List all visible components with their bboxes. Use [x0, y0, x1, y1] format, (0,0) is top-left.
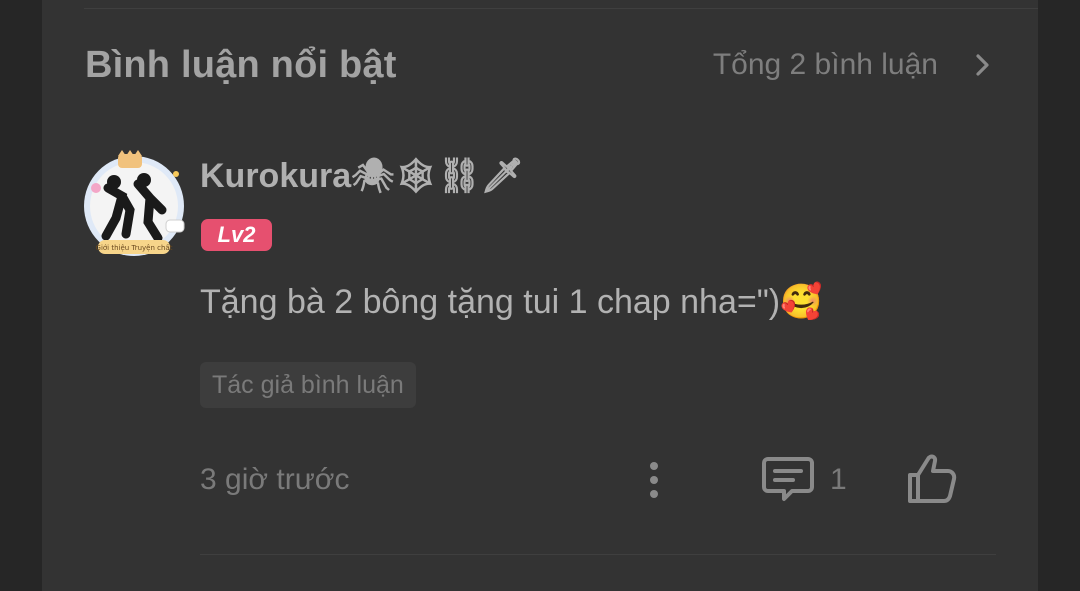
top-divider	[84, 8, 1038, 9]
thumbs-up-icon[interactable]	[904, 451, 960, 507]
total-comments-label: Tổng 2 bình luận	[712, 48, 938, 81]
bottom-divider	[200, 554, 996, 555]
avatar-frame-label: Giới thiệu Truyện chất	[96, 244, 173, 252]
comment-text: Tặng bà 2 bông tặng tui 1 chap nha=")🥰	[200, 283, 823, 321]
username[interactable]: Kurokura🕷🕸⛓🗡	[200, 156, 524, 196]
total-comments-link[interactable]: Tổng 2 bình luận	[713, 48, 994, 82]
comments-card: Bình luận nổi bật Tổng 2 bình luận Giới …	[42, 0, 1038, 591]
section-title: Bình luận nổi bật	[85, 44, 397, 86]
more-vertical-icon[interactable]	[640, 456, 668, 504]
avatar[interactable]: Giới thiệu Truyện chất	[78, 148, 190, 260]
chevron-right-icon	[976, 54, 989, 76]
comment-icon[interactable]	[760, 453, 816, 507]
author-tag: Tác giả bình luận	[200, 362, 416, 408]
comment-timestamp: 3 giờ trước	[200, 463, 350, 496]
reply-count: 1	[830, 463, 847, 496]
level-badge: Lv2	[201, 219, 272, 251]
